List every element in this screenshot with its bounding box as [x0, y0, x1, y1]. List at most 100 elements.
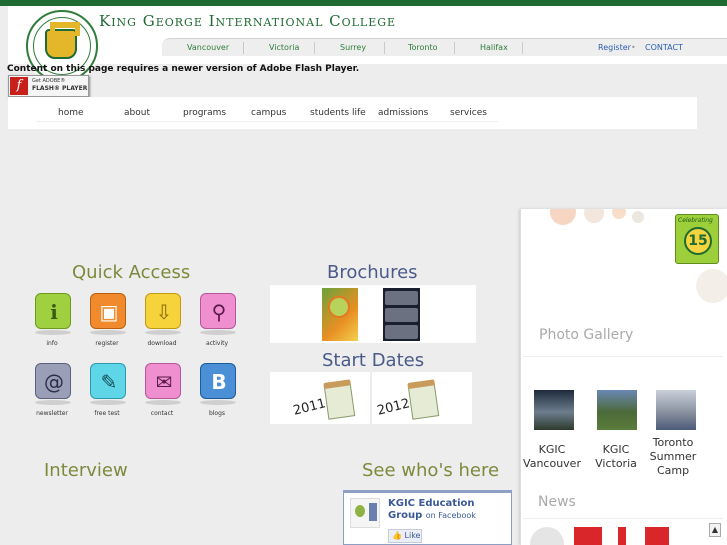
contact-link[interactable]: CONTACT: [645, 43, 683, 52]
photo-gallery-title: Photo Gallery: [539, 327, 634, 343]
facebook-like-button[interactable]: 👍 Like: [388, 529, 422, 543]
start-date-2011-button[interactable]: 2011: [270, 372, 370, 424]
nav-services[interactable]: services: [450, 108, 487, 118]
qa-register-label[interactable]: register: [77, 340, 137, 347]
icon-shadow: [200, 400, 236, 405]
icon-shadow: [200, 330, 236, 335]
nav-home[interactable]: home: [58, 108, 84, 118]
qa-contact-label[interactable]: contact: [132, 410, 192, 417]
nav-admissions[interactable]: admissions: [378, 108, 428, 118]
info-icon: i: [50, 300, 58, 324]
nav-underline: [36, 121, 498, 122]
gallery-caption[interactable]: KGIC Vancouver: [520, 443, 584, 471]
on-facebook-text: on Facebook: [425, 511, 476, 520]
start-dates-title: Start Dates: [322, 350, 425, 371]
scroll-up-button[interactable]: ▲: [709, 523, 721, 537]
qa-activity-button[interactable]: ⚲: [200, 293, 236, 329]
flash-required-message: Content on this page requires a newer ve…: [7, 64, 360, 74]
start-date-year: 2012: [375, 396, 412, 419]
flash-badge-line2: FLASH® PLAYER: [32, 85, 88, 92]
city-link-halifax[interactable]: Halifax: [480, 43, 508, 52]
brochure-photo-strip: [385, 325, 418, 339]
register-link[interactable]: Register: [598, 43, 631, 52]
like-label: Like: [404, 531, 421, 540]
city-link-vancouver[interactable]: Vancouver: [187, 43, 229, 52]
kgic-logo-thumbnail[interactable]: [350, 498, 380, 528]
activity-figure-icon: ⚲: [211, 300, 227, 324]
start-date-year: 2011: [291, 396, 328, 419]
calendar-icon: [323, 382, 356, 420]
badge-caption: Celebrating: [678, 217, 713, 224]
pencil-pad-icon: ✎: [100, 370, 118, 394]
get-flash-player-button[interactable]: f Get ADOBE® FLASH® PLAYER: [8, 75, 89, 97]
icon-shadow: [145, 330, 181, 335]
quick-access-title: Quick Access: [72, 262, 191, 283]
qa-info-label[interactable]: info: [22, 340, 82, 347]
crown-icon: [45, 22, 80, 59]
news-thumbnail[interactable]: [574, 527, 602, 545]
facebook-like-box: KGIC Education Group on Facebook 👍 Like: [343, 490, 512, 545]
city-link-toronto[interactable]: Toronto: [408, 43, 438, 52]
qa-info-button[interactable]: i: [35, 293, 71, 329]
news-thumbnail[interactable]: [645, 527, 669, 545]
celebrating-15-years-badge[interactable]: Celebrating 15: [675, 214, 719, 264]
floppy-disk-icon: ▣: [99, 300, 119, 324]
interview-title: Interview: [44, 460, 128, 481]
brochure-photo-strip: [385, 308, 418, 322]
separator-dot: •: [631, 43, 636, 52]
gallery-thumb-victoria[interactable]: [597, 390, 637, 430]
decoration-dot: [612, 209, 626, 219]
nav-programs[interactable]: programs: [183, 108, 226, 118]
decoration-dot: [550, 209, 576, 225]
nav-about[interactable]: about: [124, 108, 150, 118]
flash-icon: f: [10, 77, 28, 95]
section-divider: [523, 518, 723, 519]
gallery-thumb-vancouver[interactable]: [534, 390, 574, 430]
city-bar: Vancouver Victoria Surrey Toronto Halifa…: [162, 38, 727, 56]
brochure-thumbnail[interactable]: [322, 288, 358, 341]
rss-email-icon: @: [44, 370, 64, 394]
decoration-dot: [696, 269, 727, 303]
blog-icon: B: [211, 370, 227, 394]
qa-contact-button[interactable]: ✉: [145, 363, 181, 399]
city-divider: [522, 42, 523, 54]
brochures-title: Brochures: [327, 262, 418, 283]
nav-campus[interactable]: campus: [251, 108, 286, 118]
icon-shadow: [35, 330, 71, 335]
city-divider: [314, 42, 315, 54]
qa-activity-label[interactable]: activity: [187, 340, 247, 347]
qa-download-button[interactable]: ⇩: [145, 293, 181, 329]
section-divider: [523, 356, 723, 357]
gallery-thumb-toronto[interactable]: [656, 390, 696, 430]
qa-download-label[interactable]: download: [132, 340, 192, 347]
qa-newsletter-label[interactable]: newsletter: [22, 410, 82, 417]
qa-blogs-label[interactable]: blogs: [187, 410, 247, 417]
gallery-caption[interactable]: KGIC Victoria: [584, 443, 648, 471]
brochure-thumbnail[interactable]: [383, 288, 420, 341]
decoration-dot: [584, 209, 604, 223]
qa-free-test-label[interactable]: free test: [77, 410, 137, 417]
icon-shadow: [145, 400, 181, 405]
news-title: News: [538, 494, 576, 510]
city-link-surrey[interactable]: Surrey: [340, 43, 366, 52]
envelope-icon: ✉: [155, 370, 173, 394]
qa-free-test-button[interactable]: ✎: [90, 363, 126, 399]
city-divider: [243, 42, 244, 54]
city-link-victoria[interactable]: Victoria: [269, 43, 299, 52]
main-nav: home about programs campus students life…: [8, 97, 697, 129]
facebook-page-link[interactable]: KGIC Education Group on Facebook: [388, 498, 508, 522]
decoration-dot: [632, 211, 644, 223]
flash-badge-line1: Get ADOBE®: [32, 78, 66, 84]
news-thumbnail[interactable]: [612, 527, 632, 545]
brochures-panel: [270, 285, 476, 343]
city-divider: [384, 42, 385, 54]
qa-newsletter-button[interactable]: @: [35, 363, 71, 399]
badge-number: 15: [684, 227, 712, 255]
gallery-caption[interactable]: Toronto Summer Camp: [641, 436, 705, 478]
calendar-icon: [407, 382, 440, 420]
qa-blogs-button[interactable]: B: [200, 363, 236, 399]
icon-shadow: [35, 400, 71, 405]
nav-students-life[interactable]: students life: [310, 108, 366, 118]
start-date-2012-button[interactable]: 2012: [372, 372, 472, 424]
qa-register-button[interactable]: ▣: [90, 293, 126, 329]
